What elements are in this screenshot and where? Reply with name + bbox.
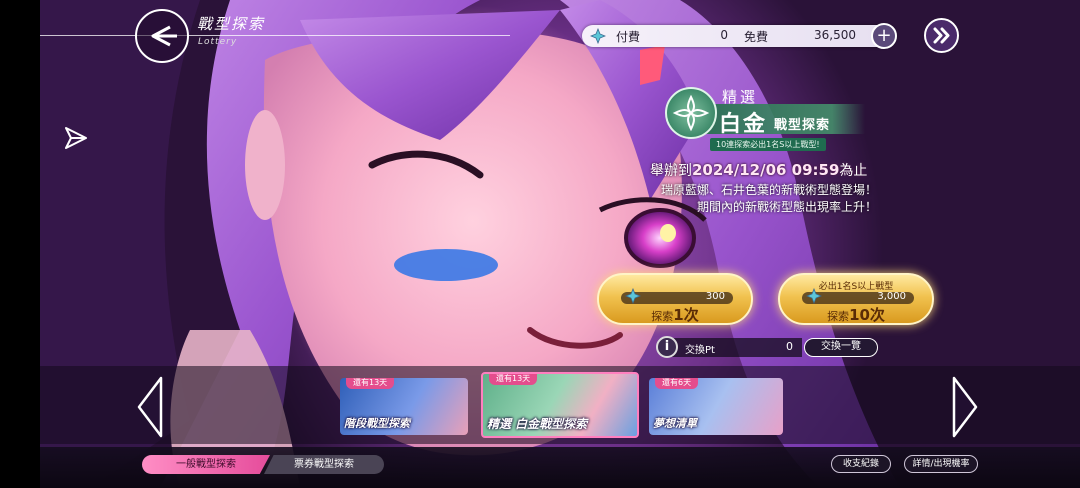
card-title: 精選 白金戰型探索 <box>487 417 588 431</box>
exchange-points-label: 交換Pt <box>685 345 715 356</box>
banner-card-stage[interactable]: 還有13天 階段戰型探索 <box>340 378 468 435</box>
chevron-left-icon[interactable] <box>135 376 165 438</box>
pull-label: 探索1次 <box>651 306 699 324</box>
free-label: 免費 <box>744 30 769 44</box>
back-button[interactable] <box>135 9 189 63</box>
gem-icon <box>625 288 641 304</box>
tab-general-lottery[interactable]: 一般戰型探索 <box>142 455 270 474</box>
paid-label: 付費 <box>616 30 641 44</box>
currency-bar: 付費 0 免費 36,500 <box>582 25 896 47</box>
card-title: 夢想清單 <box>653 417 697 430</box>
pull-label: 探索10次 <box>827 306 885 324</box>
remaining-days-badge: 還有13天 <box>346 378 395 389</box>
pull-single-button[interactable]: 300 探索1次 <box>597 273 753 325</box>
paid-value: 0 <box>720 28 728 42</box>
info-icon[interactable]: i <box>656 336 678 358</box>
banner-guarantee-note: 10連探索必出1名S以上戰型! <box>710 138 826 151</box>
remaining-days-badge: 還有13天 <box>489 374 538 385</box>
details-rates-button[interactable]: 詳情/出現機率 <box>904 455 978 473</box>
gem-icon <box>590 28 606 44</box>
gem-icon <box>806 288 822 304</box>
banner-pick-label: 精選 <box>722 88 759 106</box>
period-suffix: 為止 <box>839 163 868 179</box>
header-divider <box>40 35 510 36</box>
double-chevron-right-icon <box>933 27 950 44</box>
banner-card-platinum[interactable]: 還有13天 精選 白金戰型探索 <box>481 372 639 438</box>
pull-cost: 300 <box>705 291 725 302</box>
card-title: 階段戰型探索 <box>344 417 410 430</box>
remaining-days-badge: 還有6天 <box>655 378 699 389</box>
skip-button[interactable] <box>924 18 959 53</box>
banner-card-dream[interactable]: 還有6天 夢想清單 <box>649 378 783 435</box>
page-title: 戰型探索 <box>197 15 266 33</box>
banner-main-suffix: 戰型探索 <box>774 118 831 133</box>
pull-ten-button[interactable]: 必出1名S以上戰型 3,000 探索10次 <box>778 273 934 325</box>
share-icon[interactable] <box>62 124 90 152</box>
free-value: 36,500 <box>814 28 856 42</box>
chevron-right-icon[interactable] <box>950 376 980 438</box>
flower-emblem-icon <box>665 87 717 139</box>
pull-cost: 3,000 <box>877 291 906 302</box>
tab-ticket-lottery[interactable]: 票券戰型探索 <box>264 455 384 474</box>
history-button[interactable]: 收支紀錄 <box>831 455 891 473</box>
event-period: 舉辦到2024/12/06 09:59為止 <box>650 160 867 180</box>
event-description-2: 期間內的新戰術型態出現率上升！ <box>696 200 877 214</box>
exchange-list-button[interactable]: 交換一覽 <box>804 338 878 357</box>
pull-guarantee-note: 必出1名S以上戰型 <box>818 282 894 292</box>
period-prefix: 舉辦到 <box>650 163 692 179</box>
period-date: 2024/12/06 09:59 <box>692 161 840 179</box>
page-subtitle: Lottery <box>198 37 238 47</box>
banner-main-title: 白金 <box>719 112 768 137</box>
plus-icon: + <box>876 25 892 46</box>
event-description-1: 瑞原藍娜、石井色葉的新戰術型態登場！ <box>660 183 877 197</box>
arrow-left-icon <box>151 25 177 47</box>
add-currency-button[interactable]: + <box>871 23 897 49</box>
exchange-points-value: 0 <box>786 340 793 353</box>
